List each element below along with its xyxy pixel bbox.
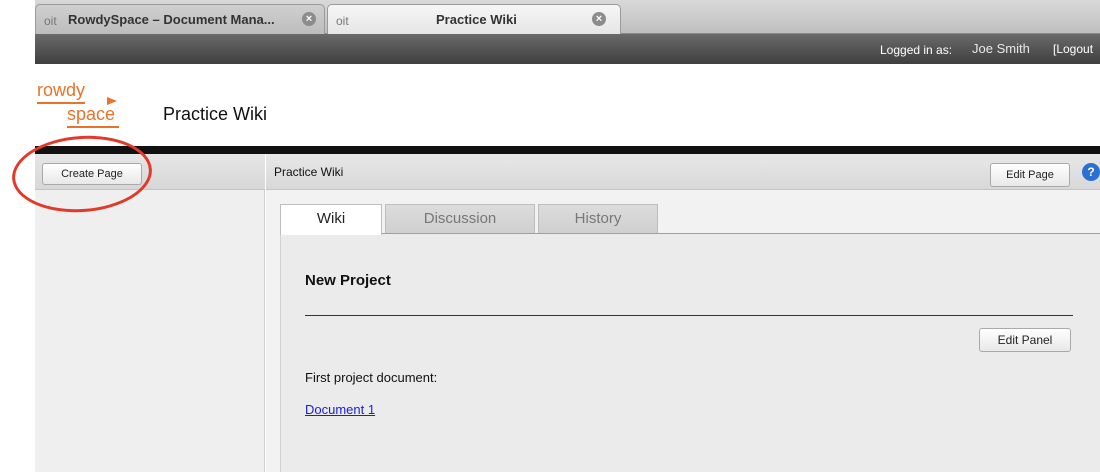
logged-in-label: Logged in as: (880, 43, 953, 57)
main-toolbar: Practice Wiki Edit Page ? (266, 154, 1100, 190)
edit-page-button[interactable]: Edit Page (990, 163, 1070, 187)
oit-favicon-icon: oit (44, 14, 57, 28)
rowdyspace-logo[interactable]: rowdy space (35, 80, 127, 128)
tab-history[interactable]: History (538, 204, 658, 234)
browser-tabstrip: oit RowdySpace – Document Mana... × oit … (0, 0, 1100, 34)
browser-tabbar: oit RowdySpace – Document Mana... × oit … (35, 0, 1100, 34)
tab-wiki[interactable]: Wiki (280, 204, 382, 235)
wiki-panel: New Project Edit Panel First project doc… (280, 234, 1100, 472)
site-title: Practice Wiki (163, 104, 268, 124)
browser-tab-label: Practice Wiki (436, 12, 517, 27)
sidebar-toolbar: Create Page (35, 154, 265, 190)
panel-description: First project document: (305, 370, 438, 385)
browser-tab-practice-wiki[interactable]: oit Practice Wiki × (327, 4, 621, 34)
user-bar: Logged in as: Joe Smith [Logout (35, 34, 1100, 64)
panel-divider (305, 315, 1073, 316)
left-sidebar: Create Page (35, 154, 265, 472)
browser-tab-label: RowdySpace – Document Mana... (68, 12, 275, 27)
user-name: Joe Smith (972, 41, 1030, 56)
panel-title: New Project (305, 272, 391, 289)
oit-favicon-icon: oit (336, 14, 349, 28)
close-icon[interactable]: × (592, 12, 606, 26)
logo-underline (67, 126, 119, 128)
browser-tab-rowdyspace[interactable]: oit RowdySpace – Document Mana... × (35, 4, 325, 34)
help-icon[interactable]: ? (1082, 163, 1100, 181)
document-link[interactable]: Document 1 (305, 402, 375, 417)
logo-text-space: space (67, 104, 116, 124)
edit-panel-button[interactable]: Edit Panel (979, 328, 1071, 352)
header-divider (35, 146, 1100, 154)
logo-text-rowdy: rowdy (37, 80, 86, 100)
logout-link[interactable]: [Logout (1053, 42, 1093, 56)
close-icon[interactable]: × (302, 12, 316, 26)
site-header: rowdy space Practice Wiki (35, 64, 1100, 146)
breadcrumb: Practice Wiki (274, 165, 344, 179)
create-page-button[interactable]: Create Page (42, 163, 142, 185)
tab-discussion[interactable]: Discussion (385, 204, 535, 234)
